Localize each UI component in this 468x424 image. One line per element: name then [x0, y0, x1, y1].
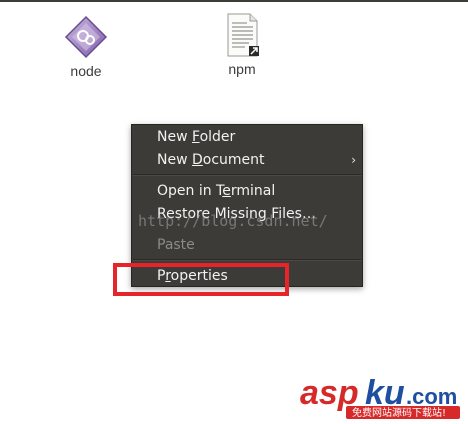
file-node[interactable]: node [46, 14, 126, 80]
aspku-logo: asp ku .com 免费网站源码下载站! [300, 374, 460, 419]
file-npm[interactable]: npm [202, 12, 282, 78]
menu-item-restore-missing-files[interactable]: Restore Missing Files… [132, 203, 362, 226]
top-edge [0, 0, 468, 2]
menu-label-part: ocument [202, 152, 265, 168]
menu-label-part: Open in T [157, 183, 223, 199]
logo-tagline: 免费网站源码下载站! [352, 406, 446, 419]
menu-separator [133, 259, 361, 261]
menu-item-properties[interactable]: Properties [132, 265, 362, 288]
menu-item-open-in-terminal[interactable]: Open in Terminal [132, 180, 362, 203]
menu-label-mnemonic: F [192, 129, 200, 145]
menu-item-paste: Paste [132, 234, 362, 257]
node-executable-icon [64, 15, 108, 59]
menu-label-part: Paste [157, 237, 195, 253]
menu-label-part: Restore Missing Files… [157, 206, 316, 222]
desktop-background[interactable]: node npm New Folder New Document › Open … [0, 0, 468, 424]
menu-label-part: P [157, 268, 166, 284]
text-file-link-icon [227, 13, 259, 57]
menu-label-part: older [199, 129, 236, 145]
menu-label-part: rminal [230, 183, 276, 199]
menu-label-part: operties [170, 268, 228, 284]
file-label-node: node [70, 63, 102, 79]
menu-label-part: New [157, 152, 192, 168]
logo-tld: .com [406, 384, 457, 409]
context-menu: New Folder New Document › Open in Termin… [131, 124, 363, 287]
menu-label-mnemonic: D [192, 152, 203, 168]
menu-item-new-document[interactable]: New Document › [132, 149, 362, 172]
chevron-right-icon: › [351, 153, 356, 167]
menu-separator [133, 174, 361, 176]
menu-label-part: New [157, 129, 192, 145]
file-label-npm: npm [228, 61, 256, 77]
menu-item-new-folder[interactable]: New Folder [132, 126, 362, 149]
menu-label-mnemonic: e [222, 183, 231, 199]
